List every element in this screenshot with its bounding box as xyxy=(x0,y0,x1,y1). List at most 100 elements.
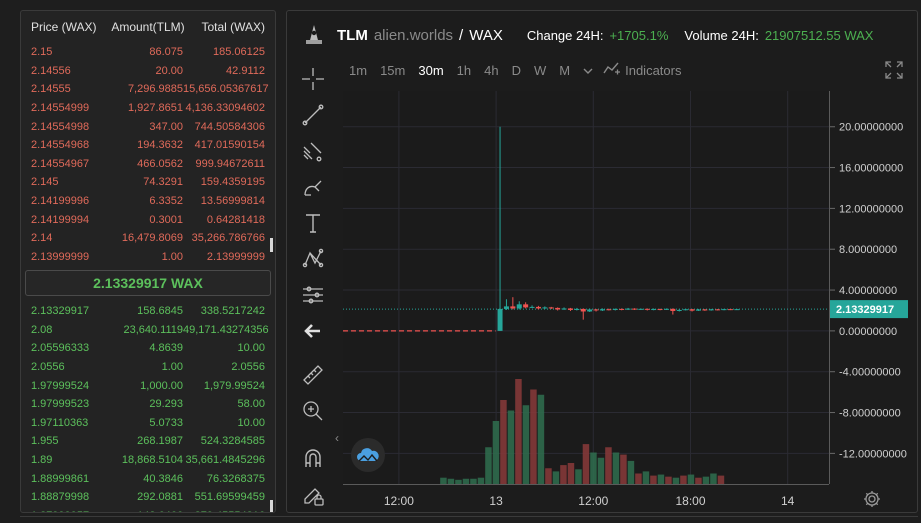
order-book-header: Price (WAX) Amount(TLM) Total (WAX) xyxy=(21,11,275,43)
candle-body xyxy=(503,306,509,309)
candle-body xyxy=(542,307,548,309)
text-icon[interactable] xyxy=(297,205,329,241)
candle-body xyxy=(612,308,618,310)
volume-bar xyxy=(657,474,665,484)
timeframe-W[interactable]: W xyxy=(534,63,546,78)
volume-bar xyxy=(492,421,500,484)
row-total: 10.00 xyxy=(237,416,265,429)
lock-pencil-icon[interactable] xyxy=(297,477,329,512)
row-price: 1.955 xyxy=(31,435,59,448)
row-price: 2.14554968 xyxy=(31,139,90,152)
row-price: 2.05596333 xyxy=(31,342,90,355)
fib-icon[interactable] xyxy=(297,133,329,169)
drawing-toolbar xyxy=(297,61,329,512)
candle-body xyxy=(561,308,567,310)
bid-row[interactable]: 2.05596333 4.8639 10.00 xyxy=(21,339,275,358)
bid-row[interactable]: 1.87999957148.6466279.45554316 xyxy=(21,507,275,512)
candle-body xyxy=(663,308,669,310)
candle-body xyxy=(516,304,522,309)
ask-row[interactable]: 2.15 86.075 185.06125 xyxy=(21,43,275,62)
timeframe-D[interactable]: D xyxy=(512,63,521,78)
settings-icon[interactable] xyxy=(862,489,882,509)
time-axis[interactable]: 12:00 13 12:00 18:00 14 xyxy=(343,484,829,513)
brush-icon[interactable] xyxy=(297,169,329,205)
row-amount: 40.3846 xyxy=(143,472,183,485)
price-axis[interactable]: 20.00000000 16.00000000 12.00000000 8.00000… xyxy=(829,91,918,484)
bid-row[interactable]: 1.97110363 5.0733 10.00 xyxy=(21,414,275,433)
row-total: 338.5217242 xyxy=(200,305,265,318)
row-amount: 194.3632 xyxy=(137,139,183,152)
ask-row[interactable]: 2.14556 20.00 42.9112 xyxy=(21,62,275,81)
row-price: 2.14554998 xyxy=(31,120,90,133)
candle-body xyxy=(702,309,708,311)
ask-row[interactable]: 2.14555 7,296.9885 15,656.05367617 xyxy=(21,80,275,99)
candle-body xyxy=(676,309,682,311)
bid-row[interactable]: 2.13329917 158.6845 338.5217242 xyxy=(21,302,275,321)
volume-bar xyxy=(620,454,627,484)
back-arrow-icon[interactable] xyxy=(297,313,329,349)
y-tick-label: 12.00000000 xyxy=(839,203,903,215)
fullscreen-icon[interactable] xyxy=(885,61,903,79)
measure-icon[interactable] xyxy=(297,277,329,313)
bid-row[interactable]: 1.88879998 292.0881 551.69599459 xyxy=(21,488,275,507)
ask-row[interactable]: 2.14199994 0.3001 0.64281418 xyxy=(21,210,275,229)
market-name[interactable]: alien.worlds xyxy=(374,27,453,44)
timeframe-4h[interactable]: 4h xyxy=(484,63,498,78)
row-price: 2.145 xyxy=(31,176,59,189)
ask-row[interactable]: 2.14554999 1,927.8651 4,136.33094602 xyxy=(21,99,275,118)
bid-row[interactable]: 1.955 268.1987 524.3284585 xyxy=(21,432,275,451)
col-total: Total (WAX) xyxy=(201,20,265,34)
bid-list: 2.13329917 158.6845 338.5217242 2.08 23,640.… xyxy=(21,302,275,512)
volume-bar xyxy=(642,471,650,484)
bid-row[interactable]: 1.97999523 29.293 58.00 xyxy=(21,395,275,414)
bid-scrollbar-thumb[interactable] xyxy=(270,500,273,512)
volume-bar xyxy=(597,457,605,484)
volume-bar xyxy=(567,463,575,484)
candle-body xyxy=(638,308,644,310)
ask-scrollbar-thumb[interactable] xyxy=(270,238,273,252)
timeframe-30m[interactable]: 30m xyxy=(418,63,443,78)
bid-row[interactable]: 1.89 18,868.5104 35,661.4845296 xyxy=(21,451,275,470)
volume-bar xyxy=(522,405,530,484)
x-tick-label: 14 xyxy=(781,494,795,508)
bid-row[interactable]: 2.08 23,640.1119 49,171.43274356 xyxy=(21,321,275,340)
ruler-icon[interactable] xyxy=(297,357,329,393)
bid-row[interactable]: 1.88999861 40.3846 76.3268375 xyxy=(21,469,275,488)
bid-row[interactable]: 2.0556 1.00 2.0556 xyxy=(21,358,275,377)
ask-row[interactable]: 2.14554967 466.0562 999.94672611 xyxy=(21,155,275,174)
magnet-icon[interactable] xyxy=(297,441,329,477)
pair-separator: / xyxy=(459,26,464,44)
timeframe-bar: 1m 15m 30m 1h 4h D W M Indicators xyxy=(349,59,681,81)
ask-row[interactable]: 2.14554998 347.00 744.50584306 xyxy=(21,117,275,136)
pattern-icon[interactable] xyxy=(297,241,329,277)
candle-body xyxy=(567,308,573,310)
timeframe-1h[interactable]: 1h xyxy=(457,63,471,78)
crosshair-icon[interactable] xyxy=(297,61,329,97)
zoom-in-icon[interactable] xyxy=(297,393,329,429)
ask-row[interactable]: 2.14554968 194.3632 417.01590154 xyxy=(21,136,275,155)
chevron-down-icon[interactable] xyxy=(583,63,593,78)
timeframe-15m[interactable]: 15m xyxy=(380,63,405,78)
collapse-toolbar-icon[interactable]: ‹ xyxy=(335,431,339,445)
candle-body xyxy=(670,308,676,311)
row-total: 58.00 xyxy=(237,398,265,411)
row-price: 2.14555 xyxy=(31,83,71,96)
ask-row[interactable]: 2.145 74.3291 159.4359195 xyxy=(21,173,275,192)
row-total: 35,661.4845296 xyxy=(185,454,265,467)
row-amount: 23,640.1119 xyxy=(123,323,183,336)
row-price: 2.08 xyxy=(31,323,53,336)
cloud-icon[interactable] xyxy=(351,438,385,472)
ask-row[interactable]: 2.14 16,479.8069 35,266.786766 xyxy=(21,229,275,248)
timeframe-1m[interactable]: 1m xyxy=(349,63,367,78)
bid-row[interactable]: 1.97999524 1,000.00 1,979.99524 xyxy=(21,376,275,395)
indicators-button[interactable]: Indicators xyxy=(603,61,681,80)
price-chart[interactable] xyxy=(343,91,829,484)
ask-row[interactable]: 2.13999999 1.00 2.13999999 xyxy=(21,248,275,267)
row-amount: 0.3001 xyxy=(149,213,183,226)
trend-line-icon[interactable] xyxy=(297,97,329,133)
volume-bar xyxy=(665,476,672,484)
ask-row[interactable]: 2.14199996 6.3352 13.56999814 xyxy=(21,192,275,211)
row-price: 2.0556 xyxy=(31,361,65,374)
timeframe-M[interactable]: M xyxy=(559,63,570,78)
candle-body xyxy=(695,309,701,311)
